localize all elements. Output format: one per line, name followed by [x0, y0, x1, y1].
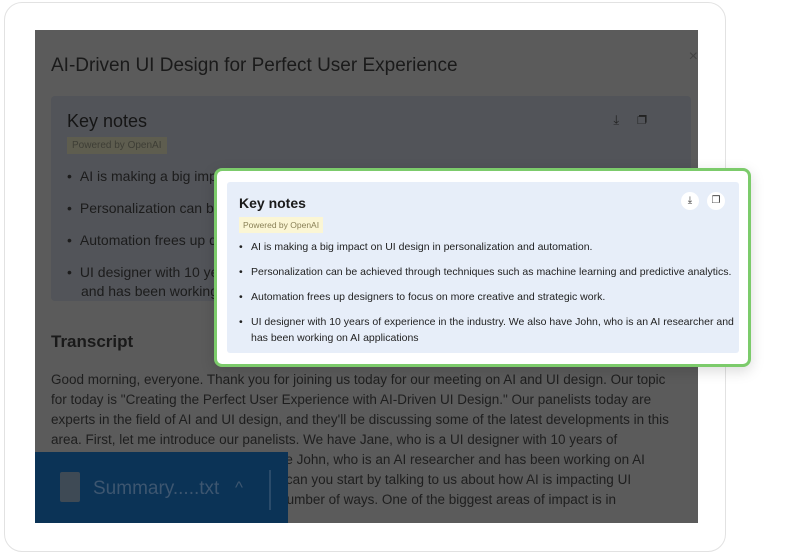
powered-badge: Powered by OpenAI	[67, 137, 167, 154]
copy-icon[interactable]: ❐	[637, 112, 665, 127]
powered-badge: Powered by OpenAI	[239, 217, 324, 233]
divider	[269, 470, 271, 510]
dialog-title: AI-Driven UI Design for Perfect User Exp…	[51, 55, 458, 76]
keynotes-title: Key notes	[239, 195, 306, 211]
keynotes-panel: Key notes Powered by OpenAI ⤓ ❐ AI is ma…	[227, 182, 739, 353]
keynotes-title: Key notes	[67, 111, 148, 131]
keynotes-icons: ⤓❐	[613, 112, 665, 128]
list-item: Personalization can be achieved through …	[239, 264, 734, 280]
list-item: AI is making a big impact on UI design i…	[239, 239, 734, 255]
keynotes-popup: Key notes Powered by OpenAI ⤓ ❐ AI is ma…	[214, 168, 751, 367]
download-icon[interactable]: ⤓	[613, 112, 637, 127]
list-item: UI designer with 10 years of experience …	[239, 314, 734, 346]
chevron-up-icon[interactable]: ^	[235, 478, 243, 498]
close-icon[interactable]: ×	[689, 48, 698, 66]
transcript-title: Transcript	[51, 332, 134, 351]
list-item-text: UI designer with 10 yea	[79, 264, 227, 280]
copy-icon[interactable]: ❐	[707, 192, 725, 210]
file-icon	[60, 472, 80, 502]
list-item: Automation frees up designers to focus o…	[239, 289, 734, 305]
download-icon[interactable]: ⤓	[681, 192, 699, 210]
download-filename[interactable]: Summary.....txt	[93, 478, 219, 500]
download-bar[interactable]: Summary.....txt ^	[35, 452, 288, 523]
list-item-text: and has been working o	[81, 283, 230, 299]
